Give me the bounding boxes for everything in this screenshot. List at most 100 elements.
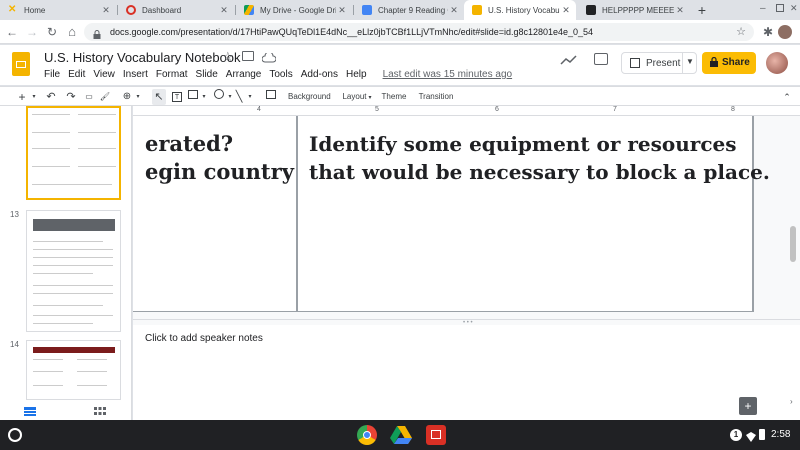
wifi-icon[interactable] (746, 429, 756, 442)
menu-edit[interactable]: Edit (68, 69, 85, 80)
window-close-icon[interactable]: ✕ (790, 3, 798, 14)
close-icon[interactable]: ✕ (336, 5, 348, 16)
clock[interactable]: 2:58 (771, 429, 790, 440)
slide[interactable]: erated? egin country Identify some equip… (133, 116, 770, 312)
menu-tools[interactable]: Tools (269, 69, 292, 80)
slide-thumbnail-12[interactable] (26, 106, 121, 200)
print-icon[interactable]: ▭ (82, 89, 96, 105)
slides-logo-icon[interactable] (12, 52, 30, 76)
thumb-line (32, 184, 112, 185)
user-avatar[interactable] (766, 52, 788, 74)
chrome-icon-center (363, 431, 371, 439)
thumb-line (32, 166, 70, 167)
star-icon[interactable]: ☆ (736, 23, 746, 41)
menu-slide[interactable]: Slide (196, 69, 218, 80)
tab-help[interactable]: HELPPPPP MEEEEEEE ✕ (578, 0, 690, 20)
thumb-line (33, 305, 103, 306)
last-edit-link[interactable]: Last edit was 15 minutes ago (383, 69, 513, 80)
url-input[interactable]: docs.google.com/presentation/d/17HtiPawQ… (84, 23, 754, 41)
menu-insert[interactable]: Insert (123, 69, 148, 80)
explore-icon[interactable]: + (739, 397, 757, 415)
theme-button[interactable]: Theme (380, 89, 408, 105)
close-icon[interactable]: ✕ (560, 5, 572, 16)
collapse-toolbar-icon[interactable]: ⌃ (780, 89, 794, 105)
redo-icon[interactable]: ↷ (64, 89, 78, 105)
menu-format[interactable]: Format (156, 69, 188, 80)
profile-avatar[interactable] (778, 25, 792, 39)
menu-view[interactable]: View (93, 69, 115, 80)
tab-label: U.S. History Vocabulary (488, 5, 560, 15)
maximize-icon[interactable] (776, 4, 784, 12)
slide-thumbnail-13[interactable] (26, 210, 121, 332)
tab-my-drive[interactable]: My Drive - Google Drive ✕ (236, 0, 352, 20)
zoom-icon[interactable]: ⊕ (120, 89, 134, 105)
thumb-line (77, 359, 107, 360)
tab-home[interactable]: ✕ Home ✕ (0, 0, 116, 20)
select-cursor-icon[interactable]: ↖ (152, 89, 166, 105)
background-button[interactable]: Background (288, 89, 331, 105)
menu-file[interactable]: File (44, 69, 60, 80)
close-icon[interactable]: ✕ (100, 5, 112, 16)
textbox-icon[interactable]: T (170, 89, 184, 105)
present-button[interactable]: Present ▼ (621, 52, 697, 74)
speaker-notes-panel[interactable]: Click to add speaker notes + (133, 325, 788, 420)
menu-addons[interactable]: Add-ons (301, 69, 338, 80)
ruler-label: 4 (257, 106, 261, 113)
home-icon[interactable]: ⌂ (64, 24, 80, 40)
slide-number-13: 13 (10, 210, 19, 219)
gallery-app-icon[interactable] (426, 425, 446, 445)
back-icon[interactable]: ← (4, 24, 20, 40)
new-slide-dropdown-icon[interactable]: ▾ (30, 89, 38, 105)
move-folder-icon[interactable] (242, 51, 254, 61)
speaker-notes-placeholder[interactable]: Click to add speaker notes (145, 333, 263, 344)
launcher-icon[interactable] (8, 428, 22, 442)
drive-app-icon[interactable] (390, 425, 412, 445)
doc-title[interactable]: U.S. History Vocabulary Notebook (44, 50, 241, 65)
side-panel-toggle-icon[interactable]: › (790, 397, 793, 406)
comment-icon[interactable] (594, 53, 608, 65)
notification-badge[interactable]: 1 (730, 429, 742, 441)
image-dropdown-icon[interactable]: ▾ (200, 89, 208, 105)
shape-icon[interactable] (212, 89, 226, 105)
right-cell-text[interactable]: Identify some equipment or resources tha… (309, 130, 770, 186)
left-cell-text[interactable]: erated? egin country (145, 130, 294, 186)
thumb-line (33, 323, 93, 324)
close-icon[interactable]: ✕ (674, 5, 686, 16)
chrome-icon[interactable] (357, 425, 377, 445)
vertical-scrollbar-thumb[interactable] (790, 226, 796, 262)
menu-help[interactable]: Help (346, 69, 367, 80)
layout-button[interactable]: Layout ▾ (340, 89, 374, 105)
line-icon[interactable]: ╲ (232, 89, 246, 105)
star-doc-icon[interactable]: ☆ (222, 49, 234, 65)
line-dropdown-icon[interactable]: ▾ (246, 89, 254, 105)
undo-icon[interactable]: ↶ (44, 89, 58, 105)
add-comment-icon[interactable] (264, 89, 278, 105)
grid-view-icon[interactable] (94, 404, 108, 415)
close-icon[interactable]: ✕ (218, 5, 230, 16)
new-slide-icon[interactable]: + (16, 89, 28, 105)
slide-thumbnail-14[interactable] (26, 340, 121, 400)
forward-icon[interactable]: → (24, 24, 40, 40)
new-tab-button[interactable]: + (694, 2, 710, 18)
menu-arrange[interactable]: Arrange (226, 69, 262, 80)
list-view-icon[interactable] (24, 404, 38, 416)
minimize-icon[interactable]: – (760, 3, 766, 14)
share-button[interactable]: Share (702, 52, 756, 74)
image-icon[interactable] (186, 89, 200, 105)
tab-us-history[interactable]: U.S. History Vocabulary ✕ (464, 0, 576, 20)
cloud-status-icon[interactable] (261, 50, 277, 63)
tab-dashboard[interactable]: Dashboard ✕ (118, 0, 234, 20)
close-icon[interactable]: ✕ (448, 5, 460, 16)
present-dropdown-icon[interactable]: ▼ (686, 57, 694, 66)
menu-bar: File Edit View Insert Format Slide Arran… (44, 69, 512, 80)
extension-puzzle-icon[interactable]: ✱ (760, 24, 776, 40)
zoom-dropdown-icon[interactable]: ▾ (134, 89, 142, 105)
activity-trend-icon[interactable] (560, 53, 580, 67)
transition-button[interactable]: Transition (418, 89, 454, 105)
ruler-label: 7 (613, 106, 617, 113)
paint-format-icon[interactable]: 🖌 (98, 89, 112, 105)
tab-chapter-9[interactable]: Chapter 9 Reading Guide ✕ (354, 0, 464, 20)
reload-icon[interactable]: ↻ (44, 24, 60, 40)
tab-label: Dashboard (142, 5, 182, 15)
battery-icon[interactable] (759, 429, 765, 440)
